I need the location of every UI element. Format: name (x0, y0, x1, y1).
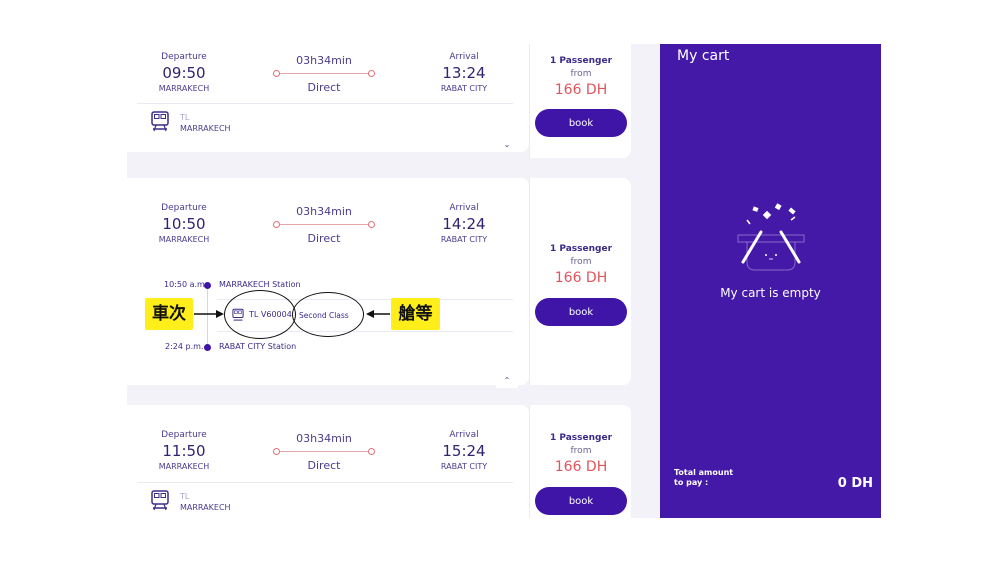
route-info: 03h34min Direct (269, 432, 379, 472)
arrival-label: Arrival (449, 430, 479, 440)
arrival-city: RABAT CITY (440, 235, 488, 244)
start-station: MARRAKECH Station (219, 280, 301, 289)
cart-empty-message: My cart is empty (720, 286, 821, 300)
arrival-block: Arrival 13:24 RABAT CITY (419, 52, 509, 93)
price-card-2: 1 Passenger from 166 DH book (529, 178, 631, 385)
operator-city: MARRAKECH (180, 503, 231, 512)
route-info: 03h34min Direct (269, 205, 379, 245)
operator-code: TL (180, 113, 190, 122)
price-card-3: 1 Passenger from 166 DH book (529, 405, 631, 518)
fare-info: 1 Passenger from 166 DH (530, 244, 632, 286)
total-label: Total amount to pay : (674, 468, 734, 487)
departure-label: Departure (161, 430, 207, 440)
duration: 03h34min (296, 205, 352, 218)
chevron-down-icon[interactable]: ⌄ (496, 138, 518, 152)
arrival-time: 13:24 (442, 64, 486, 82)
price: 166 DH (554, 82, 608, 98)
fare-info: 1 Passenger from 166 DH (530, 433, 632, 475)
empty-cart-icon (737, 203, 805, 271)
route-start-dot (273, 448, 280, 455)
departure-block: Departure 11:50 MARRAKECH (139, 430, 229, 471)
trip-card-3[interactable]: Departure 11:50 MARRAKECH 03h34min Direc… (127, 405, 529, 518)
train-number-circle (224, 290, 296, 339)
route-line (269, 447, 379, 457)
price: 166 DH (554, 270, 608, 286)
screenshot-area: Departure 09:50 MARRAKECH 03h34min Direc… (127, 44, 881, 518)
duration: 03h34min (296, 432, 352, 445)
train-number-annotation: 車次 (145, 298, 193, 330)
end-station: RABAT CITY Station (219, 342, 297, 351)
operator-code: TL (180, 492, 190, 501)
departure-block: Departure 09:50 MARRAKECH (139, 52, 229, 93)
route-end-dot (368, 448, 375, 455)
price-card-1: 1 Passenger from 166 DH book (529, 44, 631, 158)
departure-block: Departure 10:50 MARRAKECH (139, 203, 229, 244)
chevron-up-icon[interactable]: ⌃ (496, 374, 518, 388)
trip-card-1[interactable]: Departure 09:50 MARRAKECH 03h34min Direc… (127, 44, 529, 152)
from-label: from (570, 257, 592, 267)
fare-info: 1 Passenger from 166 DH (530, 56, 632, 98)
book-button[interactable]: book (535, 298, 627, 326)
departure-city: MARRAKECH (158, 84, 210, 93)
departure-city: MARRAKECH (158, 235, 210, 244)
book-button[interactable]: book (535, 109, 627, 137)
cart-panel: My cart My cart is empty Total amount to… (660, 44, 881, 518)
route-end-dot (368, 70, 375, 77)
arrival-block: Arrival 15:24 RABAT CITY (419, 430, 509, 471)
arrival-time: 14:24 (442, 215, 486, 233)
divider (137, 103, 513, 104)
operator-info: TL MARRAKECH (180, 113, 231, 133)
timeline-line (207, 289, 208, 345)
train-icon (151, 490, 169, 511)
from-label: from (570, 446, 592, 456)
arrival-time: 15:24 (442, 442, 486, 460)
passenger-count: 1 Passenger (549, 244, 613, 254)
price: 166 DH (554, 459, 608, 475)
departure-time: 11:50 (162, 442, 206, 460)
arrival-label: Arrival (449, 203, 479, 213)
route-info: 03h34min Direct (269, 54, 379, 94)
train-icon (151, 111, 169, 132)
departure-time: 10:50 (162, 215, 206, 233)
class-circle (292, 292, 364, 337)
departure-time: 09:50 (162, 64, 206, 82)
arrival-city: RABAT CITY (440, 462, 488, 471)
start-time: 10:50 a.m. (164, 280, 208, 289)
trip-type: Direct (307, 232, 341, 245)
passenger-count: 1 Passenger (549, 56, 613, 66)
departure-label: Departure (161, 203, 207, 213)
class-annotation: 艙等 (391, 298, 440, 330)
departure-city: MARRAKECH (158, 462, 210, 471)
duration: 03h34min (296, 54, 352, 67)
end-bullet (204, 344, 211, 351)
from-label: from (570, 69, 592, 79)
departure-label: Departure (161, 52, 207, 62)
book-button[interactable]: book (535, 487, 627, 515)
arrival-city: RABAT CITY (440, 84, 488, 93)
arrival-label: Arrival (449, 52, 479, 62)
trip-type: Direct (307, 81, 341, 94)
trip-card-2[interactable]: Departure 10:50 MARRAKECH 03h34min Direc… (127, 178, 529, 388)
route-start-dot (273, 221, 280, 228)
end-time: 2:24 p.m. (165, 342, 204, 351)
route-line (269, 69, 379, 79)
start-bullet (204, 282, 211, 289)
route-line (269, 220, 379, 230)
passenger-count: 1 Passenger (549, 433, 613, 443)
arrival-block: Arrival 14:24 RABAT CITY (419, 203, 509, 244)
operator-city: MARRAKECH (180, 124, 231, 133)
operator-info: TL MARRAKECH (180, 492, 231, 512)
route-start-dot (273, 70, 280, 77)
trip-type: Direct (307, 459, 341, 472)
divider (137, 482, 513, 483)
total-value: 0 DH (837, 476, 873, 491)
route-end-dot (368, 221, 375, 228)
cart-title: My cart (677, 48, 730, 64)
